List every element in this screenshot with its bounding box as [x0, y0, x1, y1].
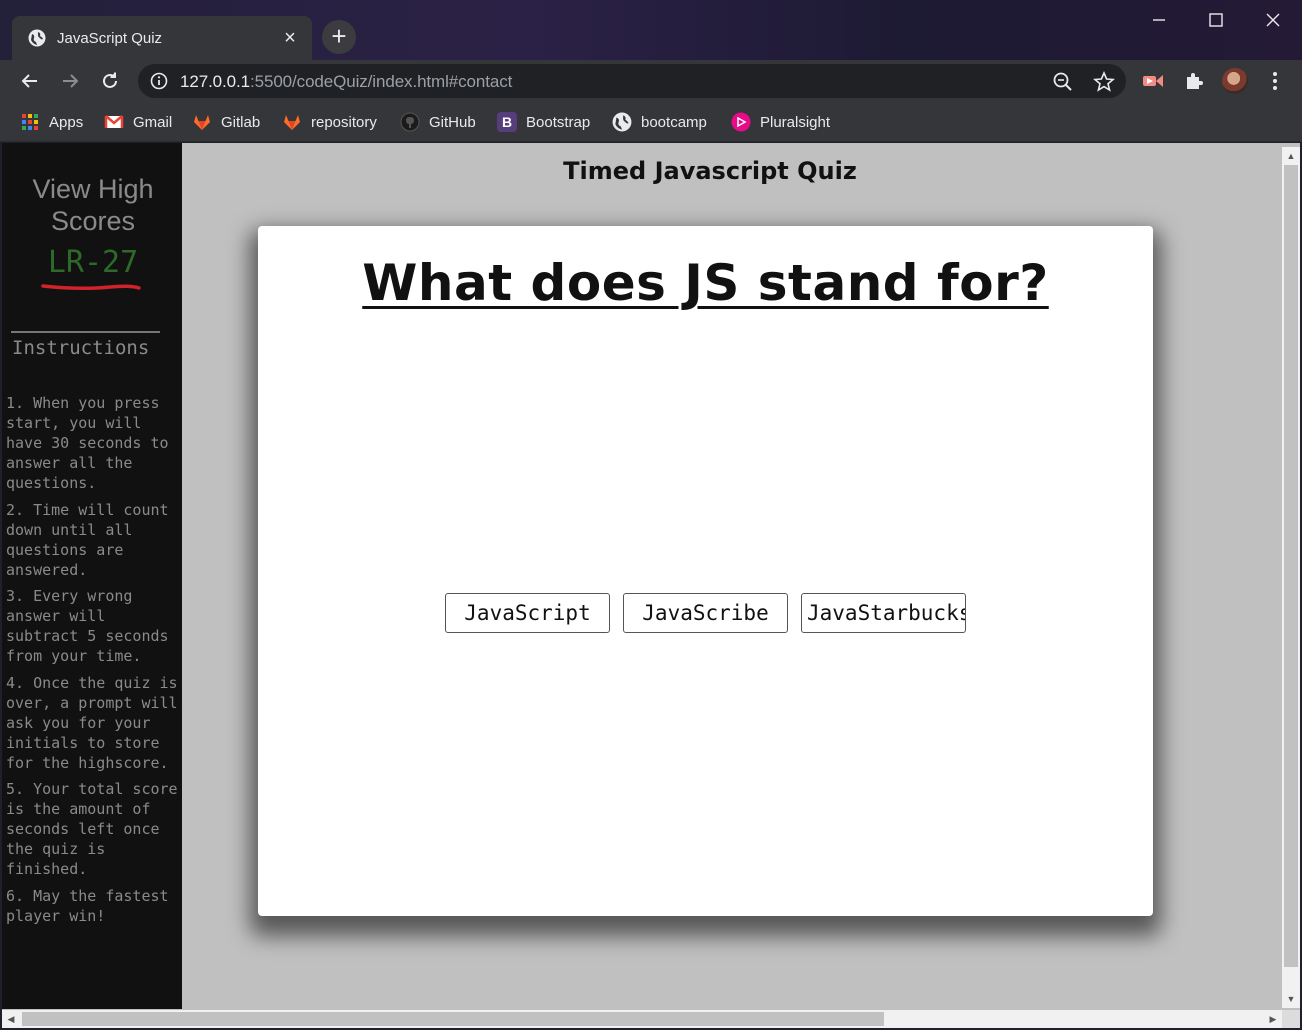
scroll-left-arrow-icon[interactable]: ◀	[2, 1010, 20, 1028]
bookmark-label: Pluralsight	[760, 113, 831, 131]
pluralsight-icon	[731, 112, 751, 132]
maximize-icon[interactable]	[1187, 6, 1245, 34]
back-arrow-icon[interactable]	[16, 67, 44, 95]
profile-avatar[interactable]	[1222, 68, 1248, 94]
bookmark-label: repository	[311, 113, 377, 131]
address-bar[interactable]: 127.0.0.1:5500/codeQuiz/index.html#conta…	[138, 64, 1126, 98]
bookmark-bootcamp[interactable]: bootcamp	[612, 111, 707, 133]
instruction-item: 2. Time will count down until all questi…	[6, 500, 169, 579]
answer-button[interactable]: JavaScribe	[623, 593, 788, 633]
info-icon[interactable]	[150, 72, 168, 90]
browser-titlebar: JavaScript Quiz × +	[0, 0, 1302, 60]
gmail-icon	[104, 115, 124, 128]
tab-title: JavaScript Quiz	[57, 29, 163, 47]
forward-arrow-icon[interactable]	[56, 67, 84, 95]
scrollbar-corner	[1282, 1010, 1300, 1028]
bookmark-pluralsight[interactable]: Pluralsight	[731, 111, 830, 133]
red-underline-mark	[41, 284, 141, 291]
bookmark-bootstrap[interactable]: B Bootstrap	[497, 111, 590, 133]
instruction-item: 5. Your total score is the amount of sec…	[6, 780, 178, 878]
divider	[11, 331, 160, 333]
close-window-icon[interactable]	[1244, 6, 1302, 34]
quiz-card: What does JS stand for? JavaScript JavaS…	[258, 226, 1153, 916]
instruction-item: 1. When you press start, you will have 3…	[6, 394, 169, 492]
bookmark-label: Bootstrap	[526, 113, 591, 131]
bookmark-label: GitHub	[429, 113, 476, 131]
globe-icon	[28, 29, 46, 47]
browser-toolbar: 127.0.0.1:5500/codeQuiz/index.html#conta…	[0, 60, 1302, 102]
extension-cast-icon[interactable]	[1141, 69, 1165, 93]
scroll-down-arrow-icon[interactable]: ▼	[1282, 990, 1300, 1008]
page-title: Timed Javascript Quiz	[563, 157, 857, 185]
bookmark-apps[interactable]: Apps	[20, 111, 83, 133]
reload-icon[interactable]	[96, 67, 124, 95]
bookmark-label: bootcamp	[641, 113, 707, 131]
url-path: :5500/codeQuiz/index.html#contact	[250, 72, 513, 91]
instruction-item: 4. Once the quiz is over, a prompt will …	[6, 673, 178, 772]
bookmarks-bar: Apps Gmail Gitlab repository GitHub B Bo…	[0, 102, 1302, 142]
bookmark-gitlab[interactable]: Gitlab	[192, 111, 260, 133]
extensions-puzzle-icon[interactable]	[1182, 69, 1206, 93]
bookmark-github[interactable]: GitHub	[400, 111, 476, 133]
url-host: 127.0.0.1	[180, 72, 250, 91]
globe-icon	[612, 112, 632, 132]
question-text: What does JS stand for?	[362, 254, 1049, 312]
scrollbar-thumb[interactable]	[1284, 165, 1298, 967]
browser-tab[interactable]: JavaScript Quiz ×	[12, 16, 312, 60]
bookmark-repository[interactable]: repository	[282, 111, 377, 133]
timer-display: LR-27	[47, 245, 139, 280]
star-bookmark-icon[interactable]	[1093, 71, 1115, 93]
scroll-up-arrow-icon[interactable]: ▲	[1282, 147, 1300, 165]
instructions-list: 1. When you press start, you will have 3…	[6, 393, 178, 932]
gitlab-icon	[284, 115, 300, 130]
page-viewport: View High Scores LR-27 Instructions 1. W…	[2, 143, 1300, 1028]
horizontal-scrollbar[interactable]: ◀ ▶	[2, 1010, 1282, 1028]
view-high-scores-link[interactable]: View High Scores	[2, 173, 184, 237]
menu-kebab-icon[interactable]	[1263, 69, 1287, 93]
minimize-icon[interactable]	[1130, 6, 1188, 34]
instructions-heading: Instructions	[12, 337, 150, 359]
bookmark-gmail[interactable]: Gmail	[104, 111, 172, 133]
url-text[interactable]: 127.0.0.1:5500/codeQuiz/index.html#conta…	[180, 72, 512, 92]
apps-grid-icon	[22, 114, 38, 130]
vertical-scrollbar[interactable]: ▲ ▼	[1282, 147, 1300, 1008]
new-tab-button[interactable]: +	[322, 20, 356, 54]
bookmark-label: Gmail	[133, 113, 173, 131]
bookmark-label: Gitlab	[221, 113, 261, 131]
bootstrap-icon: B	[497, 112, 517, 132]
zoom-icon[interactable]	[1052, 71, 1074, 93]
answer-buttons: JavaScript JavaScribe JavaStarbucks	[445, 593, 966, 633]
scrollbar-thumb[interactable]	[22, 1012, 884, 1026]
bookmark-label: Apps	[49, 113, 84, 131]
scroll-right-arrow-icon[interactable]: ▶	[1264, 1010, 1282, 1028]
instruction-item: 6. May the fastest player win!	[6, 886, 169, 925]
gitlab-icon	[194, 115, 210, 130]
instruction-item: 3. Every wrong answer will subtract 5 se…	[6, 587, 169, 665]
github-icon	[400, 112, 420, 132]
answer-button[interactable]: JavaScript	[445, 593, 610, 633]
answer-button[interactable]: JavaStarbucks	[801, 593, 966, 633]
close-tab-icon[interactable]: ×	[280, 28, 300, 48]
sidebar: View High Scores LR-27 Instructions 1. W…	[2, 143, 182, 1009]
